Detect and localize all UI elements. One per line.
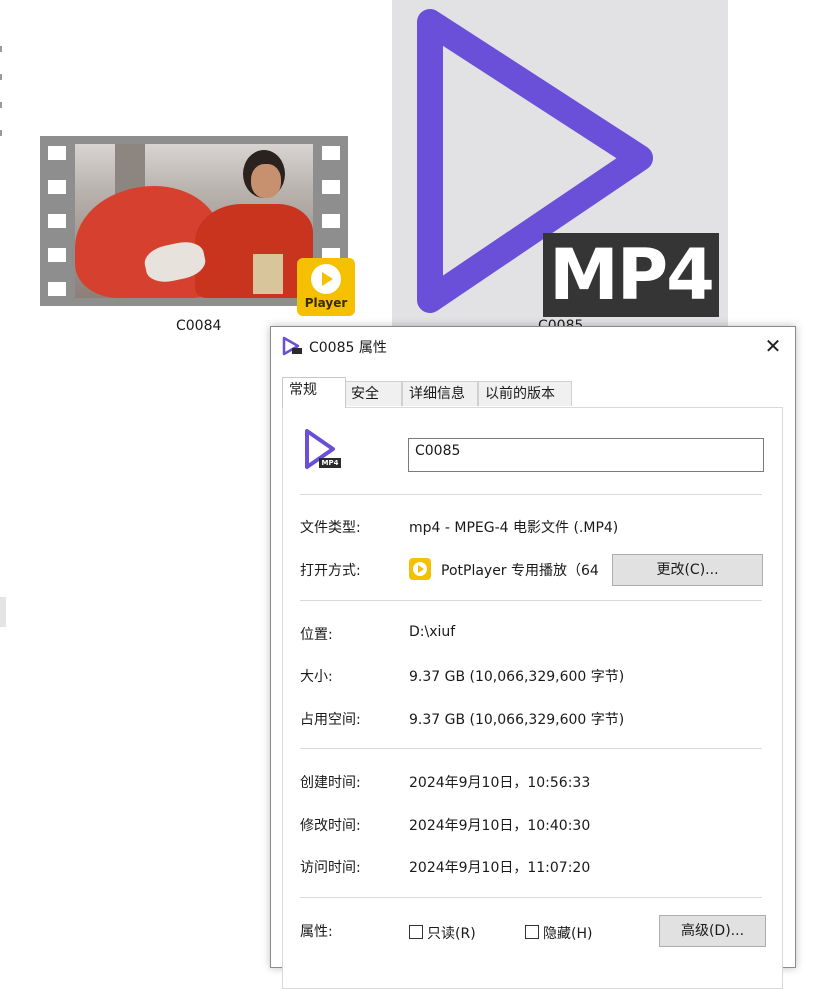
hidden-checkbox-label[interactable]: 隐藏(H) xyxy=(543,923,592,943)
mp4-label-icon: MP4 xyxy=(543,233,719,317)
desktop-edge-mark xyxy=(0,130,2,136)
size-on-disk-value: 9.37 GB (10,066,329,600 字节) xyxy=(409,712,625,728)
potplayer-badge-icon: Player xyxy=(297,258,355,316)
modified-value: 2024年9月10日，10:40:30 xyxy=(409,818,591,834)
file-type-label: 文件类型: xyxy=(300,520,361,536)
mp4-badge-icon: MP4 xyxy=(319,458,341,468)
separator xyxy=(300,600,762,601)
tab-security[interactable]: 安全 xyxy=(344,381,402,406)
separator xyxy=(300,494,762,495)
opens-with-value: PotPlayer 专用播放（64 xyxy=(441,563,599,579)
close-icon[interactable]: ✕ xyxy=(759,333,787,359)
dialog-titlebar[interactable]: C0085 属性 ✕ xyxy=(271,327,795,365)
tab-general[interactable]: 常规 xyxy=(282,377,346,408)
location-value: D:\xiuf xyxy=(409,624,456,640)
created-value: 2024年9月10日，10:56:33 xyxy=(409,775,591,791)
location-label: 位置: xyxy=(300,627,333,643)
size-value: 9.37 GB (10,066,329,600 字节) xyxy=(409,669,625,685)
tab-details[interactable]: 详细信息 xyxy=(402,381,478,406)
file-type-value: mp4 - MPEG-4 电影文件 (.MP4) xyxy=(409,520,619,536)
hidden-checkbox[interactable] xyxy=(525,925,539,939)
created-label: 创建时间: xyxy=(300,775,361,791)
file-caption-c0084: C0084 xyxy=(176,318,222,334)
dialog-title: C0085 属性 xyxy=(309,340,387,356)
advanced-button[interactable]: 高级(D)... xyxy=(659,915,766,947)
attributes-label: 属性: xyxy=(300,924,333,940)
potplayer-icon xyxy=(409,558,431,580)
change-app-button[interactable]: 更改(C)... xyxy=(612,554,763,586)
separator xyxy=(300,748,762,749)
video-frame-preview xyxy=(75,144,313,298)
readonly-checkbox[interactable] xyxy=(409,925,423,939)
readonly-checkbox-label[interactable]: 只读(R) xyxy=(427,923,476,943)
file-name-input[interactable]: C0085 xyxy=(408,438,764,472)
desktop-edge-block xyxy=(0,597,6,627)
accessed-label: 访问时间: xyxy=(300,860,361,876)
size-on-disk-label: 占用空间: xyxy=(300,712,361,728)
properties-dialog: C0085 属性 ✕ 常规 安全 详细信息 以前的版本 MP4 C0085 文件… xyxy=(270,326,796,989)
opens-with-label: 打开方式: xyxy=(300,563,361,579)
potplayer-file-icon xyxy=(281,336,303,360)
modified-label: 修改时间: xyxy=(300,818,361,834)
desktop-edge-mark xyxy=(0,46,2,52)
separator xyxy=(300,897,762,898)
tab-previous-versions[interactable]: 以前的版本 xyxy=(478,381,572,406)
desktop-edge-mark xyxy=(0,74,2,80)
desktop-edge-mark xyxy=(0,102,2,108)
size-label: 大小: xyxy=(300,669,333,685)
accessed-value: 2024年9月10日，11:07:20 xyxy=(409,860,591,876)
